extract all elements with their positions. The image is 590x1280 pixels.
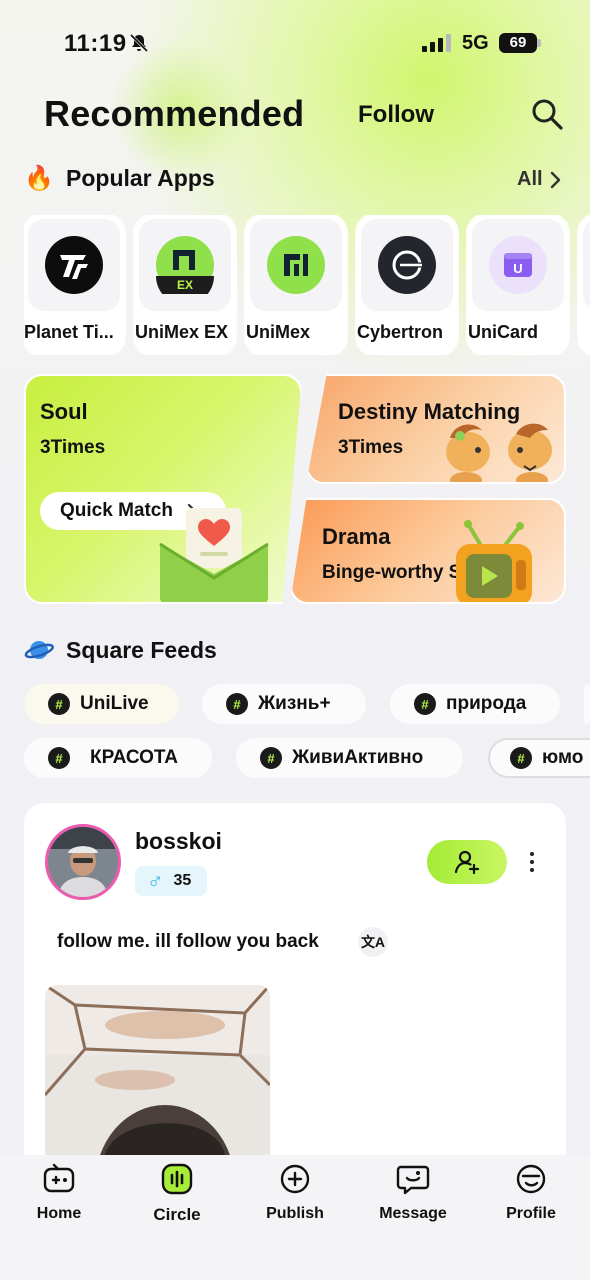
circle-icon	[161, 1163, 193, 1195]
soul-promo-card[interactable]: Soul 3Times Quick Match	[24, 374, 302, 604]
drama-promo-card[interactable]: Drama Binge-worthy Shows	[290, 498, 566, 604]
tag-priroda[interactable]: # природа	[390, 684, 560, 724]
more-options-icon[interactable]	[524, 847, 540, 877]
tab-follow[interactable]: Follow	[358, 101, 434, 129]
app-name: Planet Ti...	[24, 322, 114, 342]
battery-icon: 69	[499, 33, 541, 53]
home-game-icon	[43, 1163, 75, 1193]
network-type: 5G	[462, 32, 489, 54]
hashtag-icon: #	[48, 693, 70, 715]
app-card-partial[interactable]	[579, 215, 590, 355]
hashtag-icon: #	[260, 747, 282, 769]
status-time: 11:19	[64, 30, 127, 57]
tag-zhiviaktivno[interactable]: # ЖивиАктивно	[236, 738, 463, 778]
post-username[interactable]: bosskoi	[135, 828, 222, 855]
hashtag-icon: #	[226, 693, 248, 715]
unimex-ex-icon-text: EX	[177, 278, 193, 292]
post-user-age: 35	[173, 872, 192, 889]
app-name: UniCard	[468, 322, 539, 342]
post-text: follow me. ill follow you back	[57, 931, 319, 952]
app-card-unimex-ex[interactable]: EX UniMex EX	[135, 215, 235, 355]
tag-label: UniLive	[80, 693, 149, 714]
tab-label: Profile	[506, 1205, 556, 1222]
bell-muted-icon	[129, 33, 149, 53]
hashtag-icon: #	[414, 693, 436, 715]
bottom-tab-bar: Home Circle Publish Message Profile	[0, 1155, 590, 1280]
plus-circle-icon	[280, 1164, 310, 1194]
tag-zhizn[interactable]: # Жизнь+	[202, 684, 366, 724]
message-icon	[396, 1165, 430, 1195]
drama-title: Drama	[322, 524, 391, 549]
tag-krasota[interactable]: # КРАСОТА	[24, 738, 212, 778]
tag-partial[interactable]	[584, 684, 590, 724]
add-user-icon	[454, 850, 480, 875]
soul-subtitle: 3Times	[40, 437, 106, 458]
popular-apps-list: Planet Ti... EX UniMex EX UniMex Cybertr…	[24, 215, 590, 355]
battery-level: 69	[509, 34, 527, 51]
tag-unilive[interactable]: # UniLive	[24, 684, 179, 724]
profile-face-icon	[516, 1164, 546, 1194]
status-bar: 11:19 5G 69	[0, 0, 590, 90]
all-apps-label: All	[517, 168, 543, 190]
tab-recommended[interactable]: Recommended	[44, 93, 304, 135]
male-icon: ♂	[147, 868, 164, 893]
chevron-right-icon	[550, 171, 560, 188]
tab-label: Circle	[153, 1205, 201, 1224]
soul-title: Soul	[40, 399, 88, 424]
tab-profile[interactable]: Profile	[472, 1163, 590, 1223]
app-card-unimex[interactable]: UniMex	[246, 215, 346, 355]
tag-label: природа	[446, 693, 527, 714]
tag-yumor[interactable]: # юмо	[488, 738, 590, 778]
square-feeds-title: Square Feeds	[66, 636, 217, 663]
destiny-subtitle: 3Times	[338, 437, 404, 458]
unimex-logo-icon	[267, 236, 325, 294]
app-card-planet-tiles[interactable]: Planet Ti...	[24, 215, 124, 355]
app-name: UniMex EX	[135, 322, 229, 342]
gender-age-badge: ♂ 35	[135, 866, 207, 896]
unicard-logo-icon: U	[489, 236, 547, 294]
tag-label: КРАСОТА	[90, 747, 179, 768]
retro-tv-icon	[456, 520, 532, 602]
planet-tiles-logo-icon	[45, 236, 103, 294]
translate-icon[interactable]: 文A	[358, 927, 388, 957]
popular-apps-heading: 🔥 Popular Apps	[24, 164, 215, 193]
tag-label: ЖивиАктивно	[292, 747, 424, 768]
tag-label: Жизнь+	[258, 693, 331, 714]
tab-label: Publish	[266, 1205, 324, 1222]
hashtag-icon: #	[510, 747, 532, 769]
fire-icon: 🔥	[24, 165, 54, 192]
tab-message[interactable]: Message	[354, 1163, 472, 1223]
planet-icon	[24, 641, 54, 659]
search-icon[interactable]	[530, 97, 564, 131]
popular-apps-title: Popular Apps	[66, 165, 215, 191]
follow-user-button[interactable]	[427, 840, 507, 884]
app-name: UniMex	[246, 322, 311, 342]
tab-circle[interactable]: Circle	[118, 1163, 236, 1225]
tab-publish[interactable]: Publish	[236, 1163, 354, 1223]
app-name: Cybertron	[357, 322, 444, 342]
love-letter-envelope-icon	[159, 508, 269, 602]
tab-label: Home	[36, 1205, 82, 1222]
square-feeds-heading: Square Feeds	[24, 636, 217, 664]
app-card-unicard[interactable]: U UniCard	[468, 215, 568, 355]
hashtag-icon: #	[48, 747, 70, 769]
signal-strength-icon	[422, 34, 451, 52]
avatar[interactable]	[45, 824, 121, 900]
cartoon-horses-icon	[446, 423, 552, 482]
tab-home[interactable]: Home	[0, 1163, 118, 1223]
tab-label: Message	[379, 1205, 447, 1222]
avatar-photo	[48, 827, 118, 897]
all-apps-link[interactable]: All	[517, 168, 561, 191]
feed-post-card[interactable]: bosskoi ♂ 35 follow me. ill follow you b…	[24, 803, 566, 1203]
tag-label: юмо	[542, 747, 584, 768]
app-card-cybertron[interactable]: Cybertron	[357, 215, 457, 355]
cybertron-logo-icon	[378, 236, 436, 294]
unicard-icon-text: U	[513, 261, 522, 276]
destiny-matching-promo-card[interactable]: Destiny Matching 3Times	[306, 374, 566, 484]
unimex-ex-logo-icon: EX	[156, 236, 214, 294]
